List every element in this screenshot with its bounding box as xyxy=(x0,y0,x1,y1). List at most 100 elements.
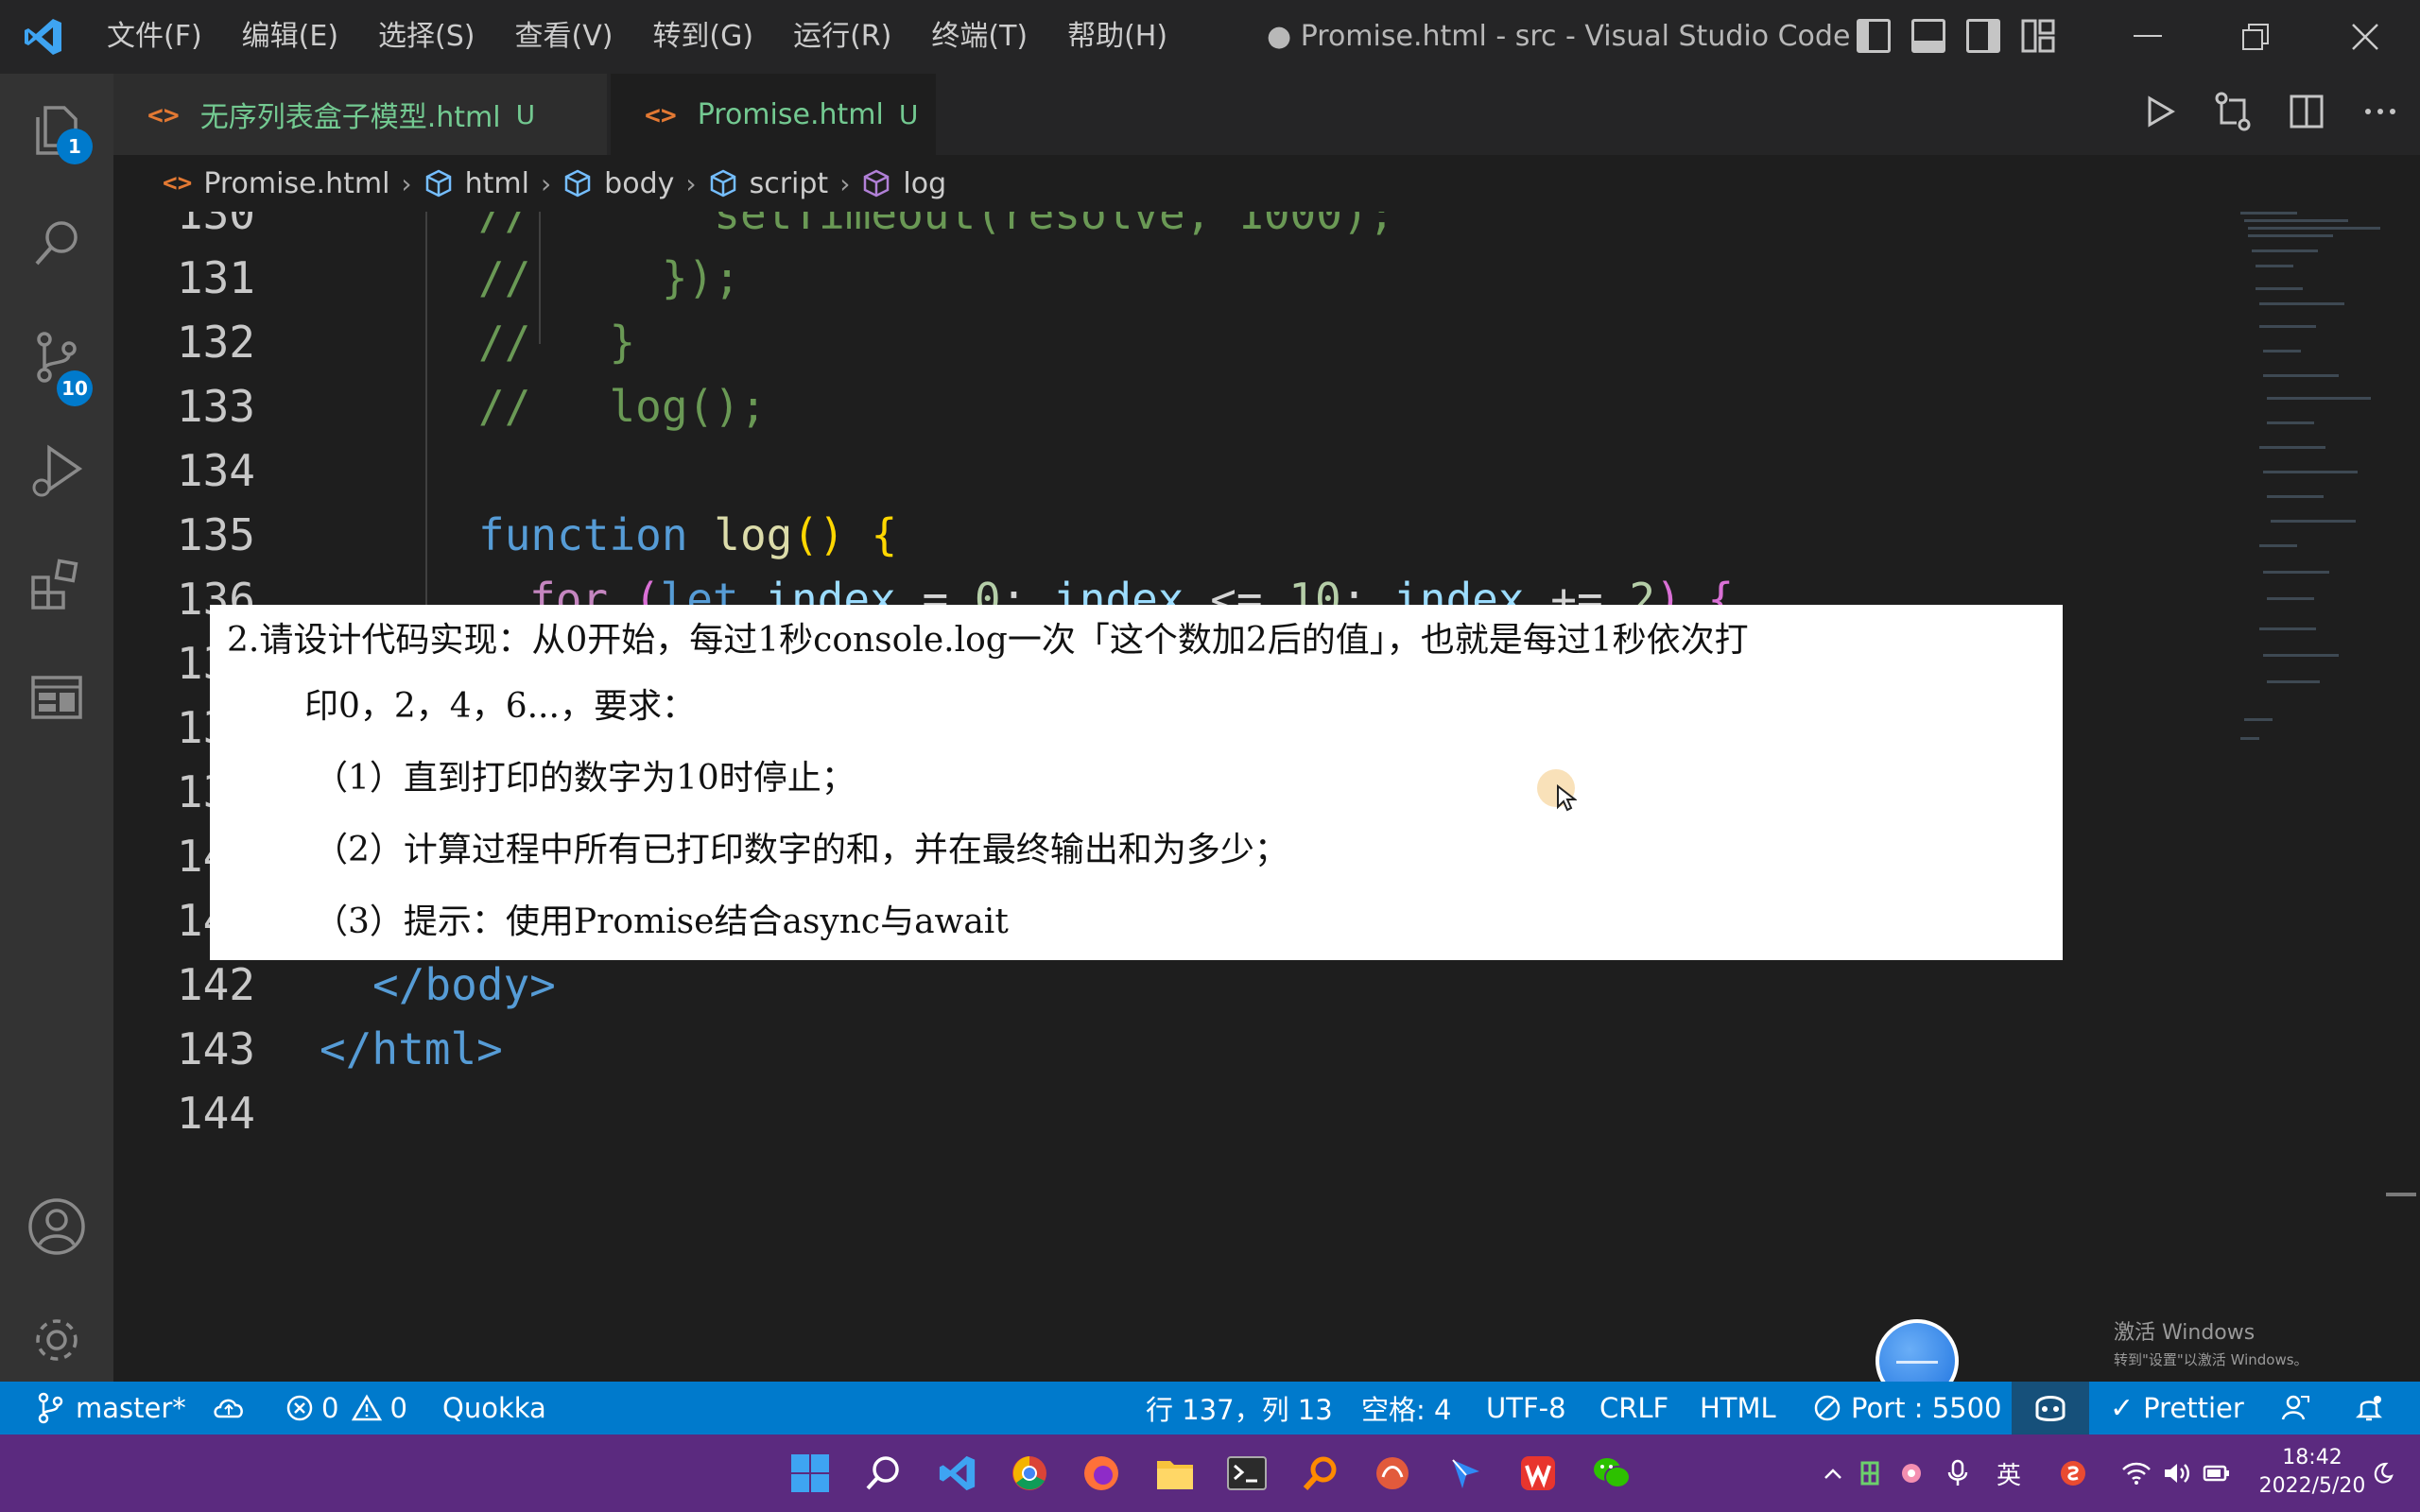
line-number: 131 xyxy=(176,252,255,303)
tray-flower-icon[interactable] xyxy=(1898,1435,1925,1512)
line-number: 130 xyxy=(176,212,255,239)
line-number: 144 xyxy=(176,1088,255,1139)
copilot-button[interactable] xyxy=(2012,1382,2089,1435)
menu-terminal[interactable]: 终端(T) xyxy=(911,0,1047,74)
taskbar-search-icon[interactable] xyxy=(860,1450,908,1497)
indentation-status[interactable]: 空格: 4 xyxy=(1361,1382,1451,1435)
vscode-taskbar-icon[interactable] xyxy=(934,1450,981,1497)
battery-icon[interactable] xyxy=(2203,1435,2231,1512)
more-actions-icon[interactable] xyxy=(2360,91,2401,132)
cursor-position[interactable]: 行 137，列 13 xyxy=(1146,1382,1333,1435)
run-icon[interactable] xyxy=(2138,91,2180,132)
menu-run[interactable]: 运行(R) xyxy=(773,0,911,74)
chrome-taskbar-icon[interactable] xyxy=(1006,1450,1053,1497)
live-server-port[interactable]: Port : 5500 xyxy=(1813,1382,2002,1435)
accounts-button[interactable] xyxy=(0,1170,113,1283)
breadcrumb-html[interactable]: html xyxy=(465,167,529,200)
scm-badge: 10 xyxy=(57,370,93,406)
manage-button[interactable] xyxy=(0,1283,113,1397)
clock-time: 18:42 xyxy=(2282,1446,2342,1469)
source-control-button[interactable]: 10 xyxy=(0,301,113,414)
error-count: 0 xyxy=(321,1392,339,1424)
toggle-secondary-sidebar-icon[interactable] xyxy=(1966,19,2000,53)
split-editor-icon[interactable] xyxy=(2286,91,2327,132)
sync-button[interactable] xyxy=(212,1382,246,1435)
tab-wuxu-liebiao[interactable]: <> 无序列表盒子模型.html U xyxy=(113,74,607,155)
compare-changes-icon[interactable] xyxy=(2212,91,2254,132)
menu-help[interactable]: 帮助(H) xyxy=(1047,0,1187,74)
breadcrumb-log[interactable]: log xyxy=(903,167,946,200)
volume-icon[interactable] xyxy=(2163,1435,2191,1512)
element-cube-icon xyxy=(562,168,593,198)
breadcrumb-file[interactable]: Promise.html xyxy=(203,167,389,200)
extensions-icon xyxy=(31,558,78,610)
line-text: </html> xyxy=(320,1023,503,1074)
wps-taskbar-icon[interactable] xyxy=(1514,1450,1562,1497)
close-window-button[interactable] xyxy=(2312,0,2418,74)
exercise-overlay: 2.请设计代码实现：从0开始，每过1秒console.log一次「这个数加2后的… xyxy=(210,605,2063,960)
warning-icon xyxy=(352,1394,383,1421)
exercise-item: （3）提示：使用Promise结合async与await xyxy=(314,902,1009,941)
minimize-button[interactable] xyxy=(2095,0,2201,74)
windows-start-icon[interactable] xyxy=(786,1450,834,1497)
html-file-icon: <> xyxy=(163,169,193,198)
minimap[interactable] xyxy=(2231,208,2392,756)
focus-moon-icon[interactable] xyxy=(2369,1435,2394,1512)
restore-button[interactable] xyxy=(2203,0,2308,74)
language-mode[interactable]: HTML xyxy=(1700,1382,1776,1435)
customize-layout-icon[interactable] xyxy=(2021,19,2055,53)
explorer-button[interactable]: 1 xyxy=(0,74,113,187)
menu-edit[interactable]: 编辑(E) xyxy=(222,0,358,74)
wifi-icon[interactable] xyxy=(2121,1435,2152,1512)
everything-search-taskbar-icon[interactable] xyxy=(1297,1450,1344,1497)
menu-bar: 文件(F) 编辑(E) 选择(S) 查看(V) 转到(G) 运行(R) 终端(T… xyxy=(87,0,1187,74)
menu-go[interactable]: 转到(G) xyxy=(632,0,773,74)
microphone-icon[interactable] xyxy=(1947,1435,1968,1512)
line-number: 135 xyxy=(176,509,255,560)
code-line: 143 </html> xyxy=(113,1017,503,1081)
preview-button[interactable] xyxy=(0,641,113,754)
toggle-panel-icon[interactable] xyxy=(1911,19,1945,53)
toggle-primary-sidebar-icon[interactable] xyxy=(1857,19,1891,53)
firefox-taskbar-icon[interactable] xyxy=(1078,1450,1125,1497)
ime-indicator[interactable]: 英 xyxy=(1996,1435,2021,1512)
mouse-pointer-icon xyxy=(1557,784,1577,812)
menu-selection[interactable]: 选择(S) xyxy=(358,0,494,74)
run-debug-button[interactable] xyxy=(0,414,113,527)
branch-status[interactable]: master* xyxy=(36,1382,186,1435)
wechat-taskbar-icon[interactable] xyxy=(1588,1450,1635,1497)
problems-status[interactable]: 0 0 xyxy=(285,1382,407,1435)
tray-app-icon[interactable] xyxy=(1858,1435,1881,1512)
tab-label: Promise.html xyxy=(697,97,884,131)
code-line: 134 xyxy=(113,438,255,503)
file-explorer-taskbar-icon[interactable] xyxy=(1151,1450,1199,1497)
layout-controls xyxy=(1857,19,2055,53)
notifications-button[interactable] xyxy=(2354,1382,2384,1435)
breadcrumb-body[interactable]: body xyxy=(604,167,674,200)
breadcrumb-script[interactable]: script xyxy=(750,167,829,200)
app-taskbar-icon[interactable] xyxy=(1369,1450,1416,1497)
sogou-ime-icon[interactable] xyxy=(2059,1435,2087,1512)
feishu-taskbar-icon[interactable] xyxy=(1443,1450,1490,1497)
element-cube-icon xyxy=(708,168,738,198)
element-cube-icon xyxy=(424,168,454,198)
html-file-icon: <> xyxy=(147,98,180,130)
quokka-status[interactable]: Quokka xyxy=(442,1382,546,1435)
line-number: 143 xyxy=(176,1023,255,1074)
feedback-button[interactable] xyxy=(2280,1382,2310,1435)
system-clock[interactable]: 18:42 2022/5/20 xyxy=(2256,1444,2369,1501)
extensions-button[interactable] xyxy=(0,527,113,641)
menu-view[interactable]: 查看(V) xyxy=(495,0,633,74)
encoding-status[interactable]: UTF-8 xyxy=(1486,1382,1566,1435)
prettier-label: Prettier xyxy=(2143,1392,2244,1424)
tab-promise-html[interactable]: <> Promise.html U xyxy=(611,74,936,155)
watermark-subtitle: 转到"设置"以激活 Windows。 xyxy=(2114,1351,2308,1368)
port-label: Port : 5500 xyxy=(1851,1392,2002,1424)
menu-file[interactable]: 文件(F) xyxy=(87,0,222,74)
terminal-taskbar-icon[interactable] xyxy=(1223,1450,1270,1497)
search-button[interactable] xyxy=(0,187,113,301)
warning-count: 0 xyxy=(389,1392,407,1424)
eol-status[interactable]: CRLF xyxy=(1599,1382,1668,1435)
tray-overflow-icon[interactable] xyxy=(1823,1435,1843,1512)
prettier-status[interactable]: ✓ Prettier xyxy=(2110,1382,2244,1435)
